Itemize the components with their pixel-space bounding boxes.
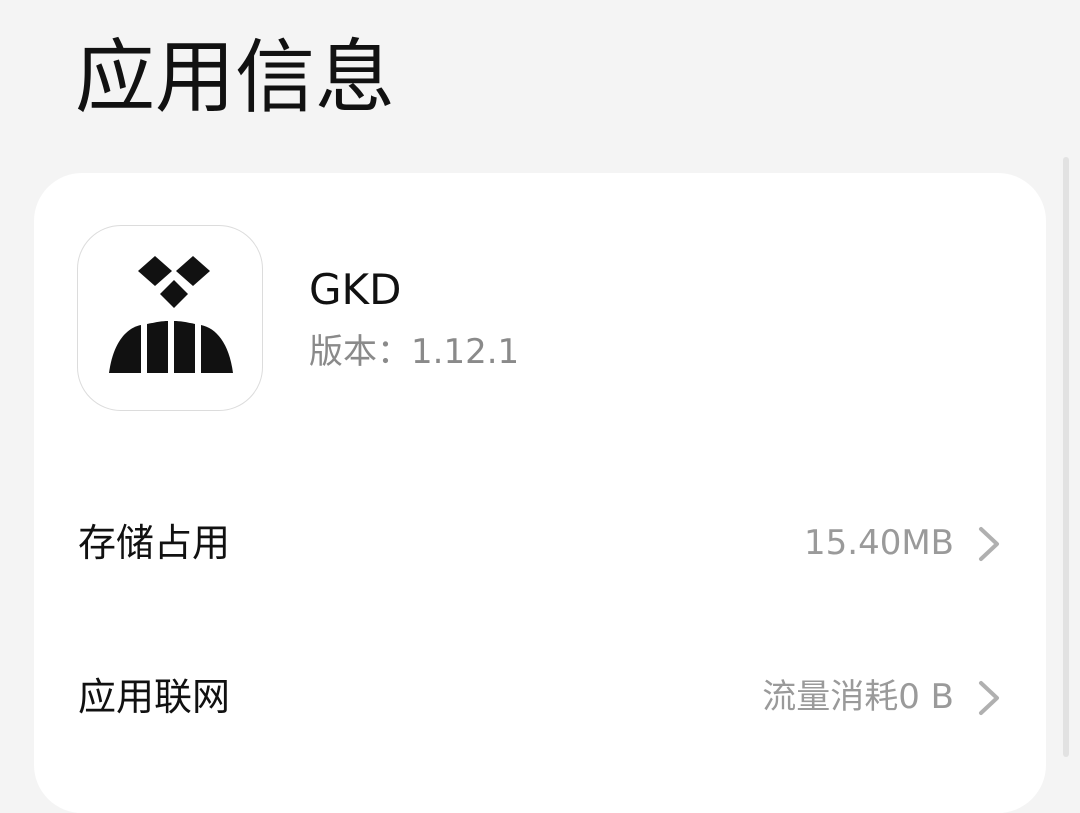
chevron-right-icon (976, 679, 1002, 717)
app-network-row[interactable]: 应用联网 流量消耗0 B (34, 636, 1046, 756)
scrollbar[interactable] (1063, 157, 1069, 757)
app-network-label: 应用联网 (78, 675, 231, 719)
page-title: 应用信息 (75, 31, 395, 124)
storage-usage-row[interactable]: 存储占用 15.40MB (34, 482, 1046, 602)
app-name: GKD (309, 265, 402, 314)
app-info-card: GKD 版本：1.12.1 存储占用 15.40MB 应用联网 流量消耗0 B (34, 173, 1046, 813)
gkd-app-icon (77, 225, 263, 411)
app-version: 版本：1.12.1 (309, 332, 520, 372)
storage-usage-label: 存储占用 (78, 521, 231, 565)
chevron-right-icon (976, 525, 1002, 563)
data-usage-value: 流量消耗0 B (762, 677, 954, 717)
storage-usage-value: 15.40MB (804, 523, 954, 563)
